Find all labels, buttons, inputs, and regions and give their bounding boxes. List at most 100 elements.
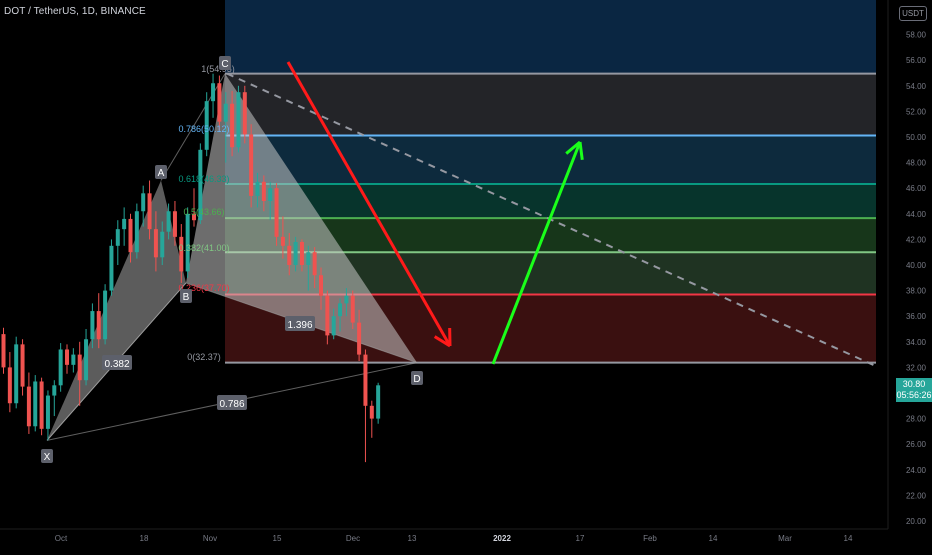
candle-body <box>332 316 336 335</box>
y-tick-label: 42.00 <box>906 235 927 244</box>
y-tick-label: 36.00 <box>906 312 927 321</box>
candle-body <box>33 381 37 426</box>
candle-body <box>287 246 291 265</box>
candle-body <box>14 344 18 403</box>
candle-body <box>376 385 380 418</box>
bar-countdown: 05:56:26 <box>896 390 932 401</box>
pattern-point-B[interactable]: B <box>180 289 192 303</box>
candle[interactable] <box>116 220 120 265</box>
candle[interactable] <box>249 124 253 207</box>
pattern-point-D[interactable]: D <box>411 371 423 385</box>
candle-body <box>116 229 120 246</box>
candle-body <box>167 211 171 231</box>
y-tick-label: 34.00 <box>906 338 927 347</box>
y-tick-label: 44.00 <box>906 210 927 219</box>
y-tick-label: 24.00 <box>906 466 927 475</box>
candle[interactable] <box>65 344 69 373</box>
candle-body <box>135 211 139 252</box>
candle-body <box>122 219 126 229</box>
candle-body <box>52 385 56 395</box>
candle-body <box>27 387 31 427</box>
candle-body <box>21 344 25 386</box>
x-tick-label: 14 <box>709 534 718 543</box>
ratio-badge[interactable]: 1.396 <box>285 316 315 331</box>
candle[interactable] <box>46 390 50 440</box>
candle[interactable] <box>2 328 6 374</box>
ratio-label: 1.396 <box>287 320 312 331</box>
candle-body <box>224 104 228 122</box>
candle-body <box>306 252 310 265</box>
candle[interactable] <box>370 401 374 438</box>
y-tick-label: 22.00 <box>906 491 927 500</box>
y-tick-label: 58.00 <box>906 31 927 40</box>
candle[interactable] <box>40 378 44 436</box>
currency-badge[interactable]: USDT <box>899 6 927 21</box>
x-tick-label: Mar <box>778 534 792 543</box>
y-tick-label: 54.00 <box>906 82 927 91</box>
candle[interactable] <box>71 348 75 372</box>
candle-body <box>217 83 221 121</box>
ratio-badge[interactable]: 0.786 <box>217 395 247 410</box>
candle[interactable] <box>33 375 37 431</box>
candle-body <box>8 367 12 403</box>
x-tick-label: Nov <box>203 534 217 543</box>
candle-body <box>84 339 88 380</box>
candle-body <box>154 229 158 257</box>
candle-body <box>90 311 94 339</box>
candle[interactable] <box>8 352 12 412</box>
candle[interactable] <box>84 329 88 385</box>
y-tick-label: 32.00 <box>906 363 927 372</box>
y-tick-label: 56.00 <box>906 56 927 65</box>
candle-body <box>275 188 279 237</box>
chart-area[interactable]: 1(54.95)0.786(50.12)0.618(46.33)0.5(43.6… <box>0 0 932 550</box>
candle-body <box>236 92 240 147</box>
candle-body <box>281 237 285 246</box>
candle-body <box>357 323 361 355</box>
ratio-badge[interactable]: 0.382 <box>102 355 132 370</box>
candle[interactable] <box>135 204 139 259</box>
candle[interactable] <box>211 74 215 118</box>
candle-body <box>71 355 75 365</box>
candle-body <box>97 311 101 339</box>
pattern-point-label: B <box>183 292 190 303</box>
y-tick-label: 50.00 <box>906 133 927 142</box>
candle[interactable] <box>275 183 279 246</box>
candle[interactable] <box>376 383 380 424</box>
fib-label: 0(32.37) <box>187 352 221 362</box>
candle[interactable] <box>21 339 25 395</box>
candle[interactable] <box>103 284 107 344</box>
candle-body <box>230 104 234 148</box>
candle-body <box>294 242 298 265</box>
candle-body <box>2 334 6 367</box>
candle-body <box>370 406 374 419</box>
pattern-point-X[interactable]: X <box>41 449 53 463</box>
candle-body <box>211 83 215 101</box>
candle[interactable] <box>122 207 126 245</box>
candle-body <box>40 381 44 428</box>
fib-label: 0.786(50.12) <box>178 124 229 134</box>
pattern-point-C[interactable]: C <box>219 56 231 70</box>
y-tick-label: 40.00 <box>906 261 927 270</box>
candle-body <box>129 219 133 252</box>
price-chart[interactable]: 1(54.95)0.786(50.12)0.618(46.33)0.5(43.6… <box>0 0 932 550</box>
candle[interactable] <box>363 349 367 462</box>
candle[interactable] <box>109 239 113 295</box>
candle-body <box>65 349 69 364</box>
candle-body <box>249 134 253 195</box>
y-tick-label: 26.00 <box>906 440 927 449</box>
candle-body <box>268 188 272 201</box>
x-tick-label: Oct <box>55 534 68 543</box>
candle-body <box>351 296 355 323</box>
fib-label: 0.618(46.33) <box>178 174 229 184</box>
candle[interactable] <box>14 337 18 409</box>
candle[interactable] <box>52 380 56 416</box>
last-price-badge: 30.80 05:56:26 <box>896 378 932 402</box>
candle[interactable] <box>27 373 31 434</box>
pattern-point-A[interactable]: A <box>155 165 167 179</box>
candle-body <box>59 349 63 385</box>
candle[interactable] <box>236 86 240 153</box>
symbol-title: DOT / TetherUS, 1D, BINANCE <box>4 6 146 17</box>
candle-body <box>300 242 304 265</box>
candle[interactable] <box>59 343 63 392</box>
candle-body <box>243 92 247 134</box>
